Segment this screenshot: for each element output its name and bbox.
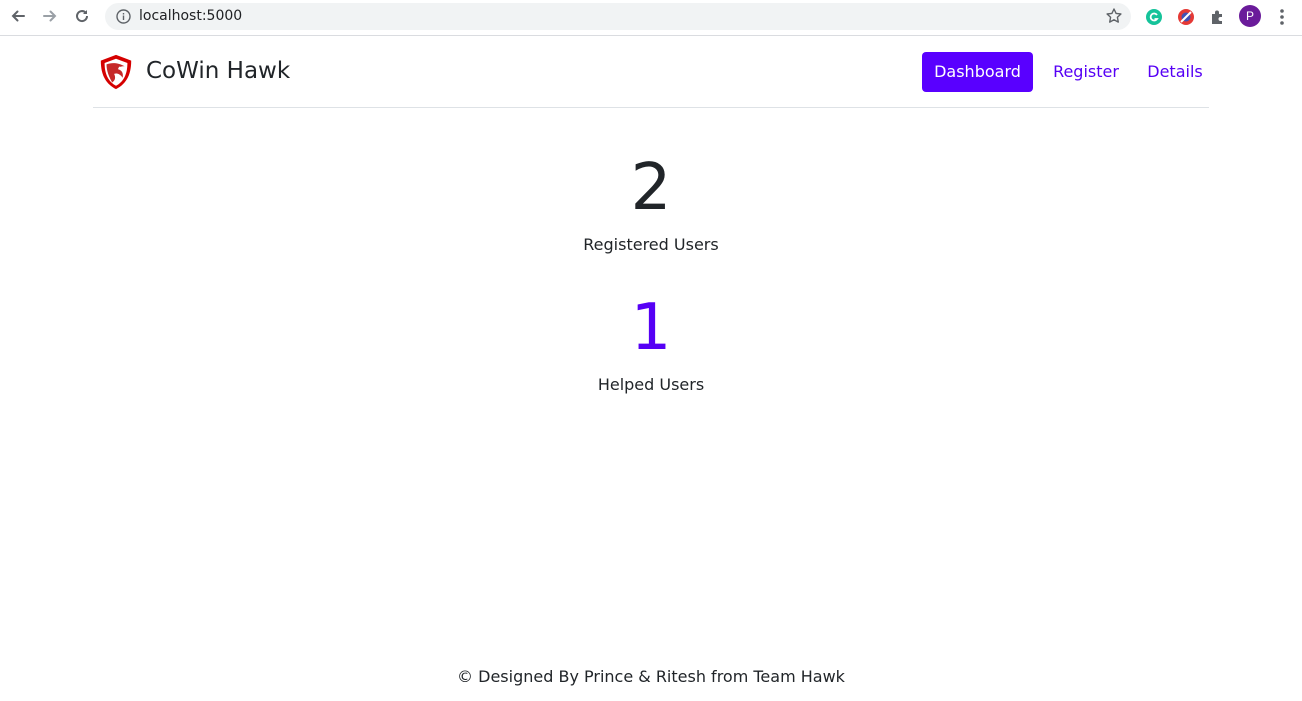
brand-name[interactable]: CoWin Hawk [146, 56, 290, 86]
reload-icon [76, 10, 89, 23]
nav-dashboard[interactable]: Dashboard [922, 52, 1033, 92]
forward-button[interactable] [38, 4, 62, 28]
hawk-shield-logo[interactable] [97, 53, 135, 91]
more-vert-icon[interactable] [1274, 6, 1290, 28]
footer-credits: © Designed By Prince & Ritesh from Team … [457, 667, 845, 686]
back-button[interactable] [6, 4, 30, 28]
site-header: CoWin Hawk Dashboard Register Details [93, 36, 1209, 108]
adblock-extension[interactable] [1174, 5, 1198, 29]
helped-users-label: Helped Users [597, 375, 705, 394]
address-bar[interactable]: localhost:5000 [105, 3, 1131, 30]
info-icon[interactable] [115, 8, 132, 25]
registered-users-label: Registered Users [583, 235, 719, 254]
arrow-left-icon [11, 10, 25, 22]
adblock-icon [1178, 9, 1194, 25]
helped-users-stat: 1 Helped Users [0, 293, 1302, 395]
helped-users-count: 1 [630, 291, 672, 365]
url-text[interactable]: localhost:5000 [139, 8, 242, 25]
browser-toolbar: localhost:5000 P [0, 0, 1302, 36]
nav-register[interactable]: Register [1046, 52, 1126, 92]
registered-users-stat: 2 Registered Users [0, 153, 1302, 255]
nav-details[interactable]: Details [1141, 52, 1209, 92]
arrow-right-icon [43, 10, 57, 22]
registered-users-count: 2 [630, 151, 672, 225]
bookmark-star-icon[interactable] [1105, 7, 1123, 25]
extensions-button[interactable] [1206, 5, 1230, 29]
grammarly-icon [1146, 9, 1162, 25]
profile-avatar[interactable]: P [1239, 5, 1261, 27]
reload-button[interactable] [70, 4, 94, 28]
puzzle-icon [1212, 10, 1222, 24]
grammarly-extension[interactable] [1142, 5, 1166, 29]
